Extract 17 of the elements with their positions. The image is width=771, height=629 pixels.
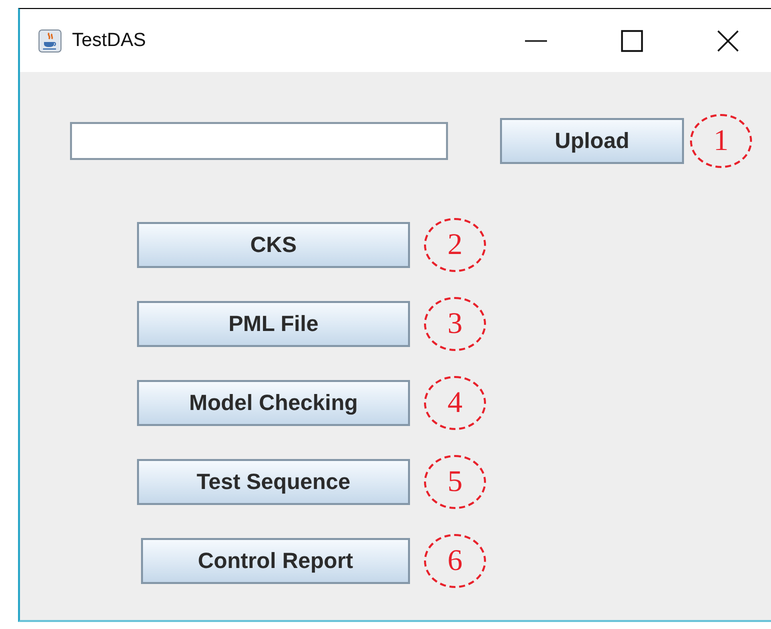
callout-number: 4	[424, 376, 486, 430]
callout-number: 2	[424, 218, 486, 272]
callout-number: 1	[690, 114, 752, 168]
action-button[interactable]: Control Report	[141, 538, 410, 584]
file-path-field[interactable]	[70, 122, 448, 160]
window-title: TestDAS	[72, 30, 146, 52]
upload-button[interactable]: Upload	[500, 118, 684, 164]
coffee-cup-icon	[38, 28, 62, 52]
close-icon[interactable]	[717, 30, 739, 52]
action-button[interactable]: Test Sequence	[137, 459, 410, 505]
callout-number: 5	[424, 455, 486, 509]
callout-number: 6	[424, 534, 486, 588]
callout-number: 3	[424, 297, 486, 351]
action-button[interactable]: Model Checking	[137, 380, 410, 426]
maximize-icon[interactable]	[621, 30, 643, 52]
action-button[interactable]: CKS	[137, 222, 410, 268]
action-button[interactable]: PML File	[137, 301, 410, 347]
